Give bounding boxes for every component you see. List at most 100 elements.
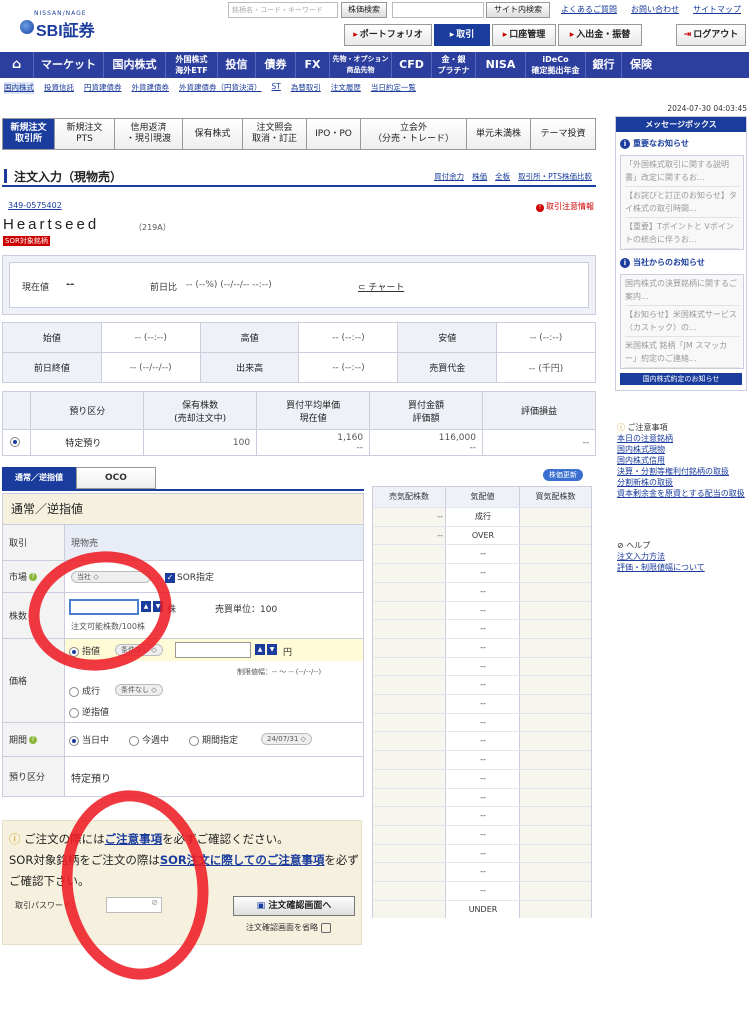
table-row[interactable]: --: [373, 862, 591, 880]
nav-futures[interactable]: 先物・オプション 商品先物: [330, 52, 392, 78]
subnav-fund[interactable]: 投資信託: [44, 82, 74, 94]
notes-link[interactable]: 資本剰余金を原資とする配当の取扱: [617, 488, 747, 499]
notes-link[interactable]: 決算・分割等権利付銘柄の取扱: [617, 466, 747, 477]
list-item[interactable]: 【重要】Tポイントと Vポイントの統合に伴うお...: [625, 220, 739, 249]
nav-bond[interactable]: 債券: [256, 52, 296, 78]
tab-theme[interactable]: テーマ投資: [531, 119, 595, 149]
board-price[interactable]: --: [446, 751, 520, 768]
refresh-price-button[interactable]: 株価更新: [543, 469, 583, 481]
site-search-input[interactable]: [392, 2, 484, 18]
tab-margin-repay[interactable]: 信用返済 ・現引現渡: [115, 119, 183, 149]
sbi-logo[interactable]: NISSAN/NAGE SBI証券: [20, 10, 110, 40]
trade-caution-link[interactable]: ! 取引注意情報: [536, 201, 594, 212]
board-price[interactable]: --: [446, 770, 520, 787]
table-row[interactable]: 特定預り 100 1,160 -- 116,000 -- --: [1, 429, 597, 456]
notes-link[interactable]: 本日の注意銘柄: [617, 433, 747, 444]
tab-ipo-po[interactable]: IPO・PO: [307, 119, 361, 149]
holding-select-radio[interactable]: [1, 429, 32, 456]
tab-portfolio[interactable]: ▸ ポートフォリオ: [344, 24, 432, 46]
price-down-icon[interactable]: ▼: [267, 644, 277, 655]
board-price[interactable]: --: [446, 695, 520, 712]
board-price[interactable]: --: [446, 564, 520, 581]
chart-link[interactable]: ⊂ チャート: [358, 280, 404, 293]
board-price[interactable]: --: [446, 639, 520, 656]
board-price[interactable]: OVER: [446, 527, 520, 544]
board-price[interactable]: 成行: [446, 508, 520, 525]
sor-checkbox[interactable]: ✓ SOR指定: [165, 570, 214, 583]
important-notice-link[interactable]: i 重要なお知らせ: [620, 138, 689, 149]
subnav-foreign-bond-yen[interactable]: 外貨建債券（円貨決済）: [179, 82, 262, 94]
stop-order-radio[interactable]: 逆指値: [69, 705, 109, 718]
table-row[interactable]: --: [373, 694, 591, 712]
tab-normal-stop[interactable]: 通常／逆指値: [2, 467, 76, 489]
tab-new-order-exchange[interactable]: 新規注文 取引所: [3, 119, 55, 149]
board-price[interactable]: --: [446, 882, 520, 899]
list-item[interactable]: 米国株式 銘柄「JM スマッカー」約定のご連絡...: [625, 339, 739, 368]
nav-market[interactable]: マーケット: [34, 52, 104, 78]
subnav-order-history[interactable]: 注文履歴: [331, 82, 361, 94]
table-row[interactable]: UNDER: [373, 899, 591, 918]
notes-link[interactable]: 国内株式現物: [617, 444, 747, 455]
list-item[interactable]: 国内株式の決算銘柄に関するご案内...: [625, 277, 739, 306]
table-row[interactable]: -- OVER: [373, 525, 591, 544]
tab-trade[interactable]: ▸ 取引: [434, 24, 490, 46]
board-price[interactable]: --: [446, 583, 520, 600]
subnav-domestic-stock[interactable]: 国内株式: [4, 82, 34, 94]
table-row[interactable]: --: [373, 843, 591, 862]
board-price[interactable]: --: [446, 732, 520, 749]
board-price[interactable]: --: [446, 676, 520, 693]
search-input[interactable]: 銘柄名・コード・キーワード: [228, 2, 338, 18]
board-price[interactable]: --: [446, 714, 520, 731]
faq-link[interactable]: よくあるご質問: [561, 4, 617, 15]
table-row[interactable]: --: [373, 824, 591, 843]
table-row[interactable]: --: [373, 637, 591, 656]
board-price[interactable]: --: [446, 658, 520, 675]
table-row[interactable]: --: [373, 656, 591, 675]
subnav-yen-bond[interactable]: 円貨建債券: [84, 82, 122, 94]
board-price[interactable]: UNDER: [446, 901, 520, 918]
table-row[interactable]: --: [373, 750, 591, 768]
subnav-foreign-bond[interactable]: 外貨建債券: [132, 82, 170, 94]
tab-new-order-pts[interactable]: 新規注文 PTS: [55, 119, 115, 149]
nav-cfd[interactable]: CFD: [392, 52, 432, 78]
table-row[interactable]: --: [373, 881, 591, 899]
subnav-st[interactable]: ST: [272, 82, 281, 94]
table-row[interactable]: --: [373, 544, 591, 562]
pts-compare-link[interactable]: 取引所・PTS株価比較: [518, 171, 592, 182]
list-item[interactable]: 【お知らせ】米国株式サービス（カストック）の...: [625, 308, 739, 337]
market-condition-select[interactable]: 条件なし ◇: [115, 684, 163, 696]
tab-order-inquiry[interactable]: 注文照会 取消・訂正: [243, 119, 307, 149]
table-row[interactable]: --: [373, 806, 591, 824]
tab-account[interactable]: ▸ 口座管理: [492, 24, 556, 46]
period-today-radio[interactable]: 当日中: [69, 733, 109, 746]
notes-link[interactable]: 分割新株の取扱: [617, 477, 747, 488]
nav-bank[interactable]: 銀行: [586, 52, 622, 78]
stock-price-link[interactable]: 株価: [472, 171, 487, 182]
market-order-radio[interactable]: 成行: [69, 684, 100, 697]
logout-button[interactable]: ⇥ ログアウト: [676, 24, 746, 46]
execution-notice-button[interactable]: 国内株式約定のお知らせ: [620, 373, 742, 385]
tab-oco[interactable]: OCO: [76, 467, 156, 489]
table-row[interactable]: --: [373, 619, 591, 637]
period-specify-radio[interactable]: 期間指定: [189, 733, 238, 746]
board-price[interactable]: --: [446, 545, 520, 562]
board-price[interactable]: --: [446, 602, 520, 619]
buying-power-link[interactable]: 買付余力: [434, 171, 464, 182]
tab-holdings[interactable]: 保有株式: [183, 119, 243, 149]
nav-foreign-stock[interactable]: 外国株式 海外ETF: [166, 52, 218, 78]
nav-insurance[interactable]: 保険: [622, 52, 660, 78]
nav-domestic-stock[interactable]: 国内株式: [104, 52, 166, 78]
period-date-select[interactable]: 24/07/31 ◇: [261, 733, 313, 745]
table-row[interactable]: --: [373, 768, 591, 787]
help-icon[interactable]: ?: [29, 735, 38, 744]
account-number[interactable]: 349-0575402: [8, 201, 62, 210]
board-price[interactable]: --: [446, 863, 520, 880]
nav-gold[interactable]: 金・銀 プラチナ: [432, 52, 476, 78]
board-price[interactable]: --: [446, 620, 520, 637]
period-week-radio[interactable]: 今週中: [129, 733, 169, 746]
stock-search-button[interactable]: 株価検索: [341, 2, 387, 18]
help-link[interactable]: 評価・制限値幅について: [617, 562, 747, 573]
sitemap-link[interactable]: サイトマップ: [693, 4, 741, 15]
notes-link[interactable]: 国内株式信用: [617, 455, 747, 466]
tab-deposit[interactable]: ▸ 入出金・振替: [558, 24, 642, 46]
